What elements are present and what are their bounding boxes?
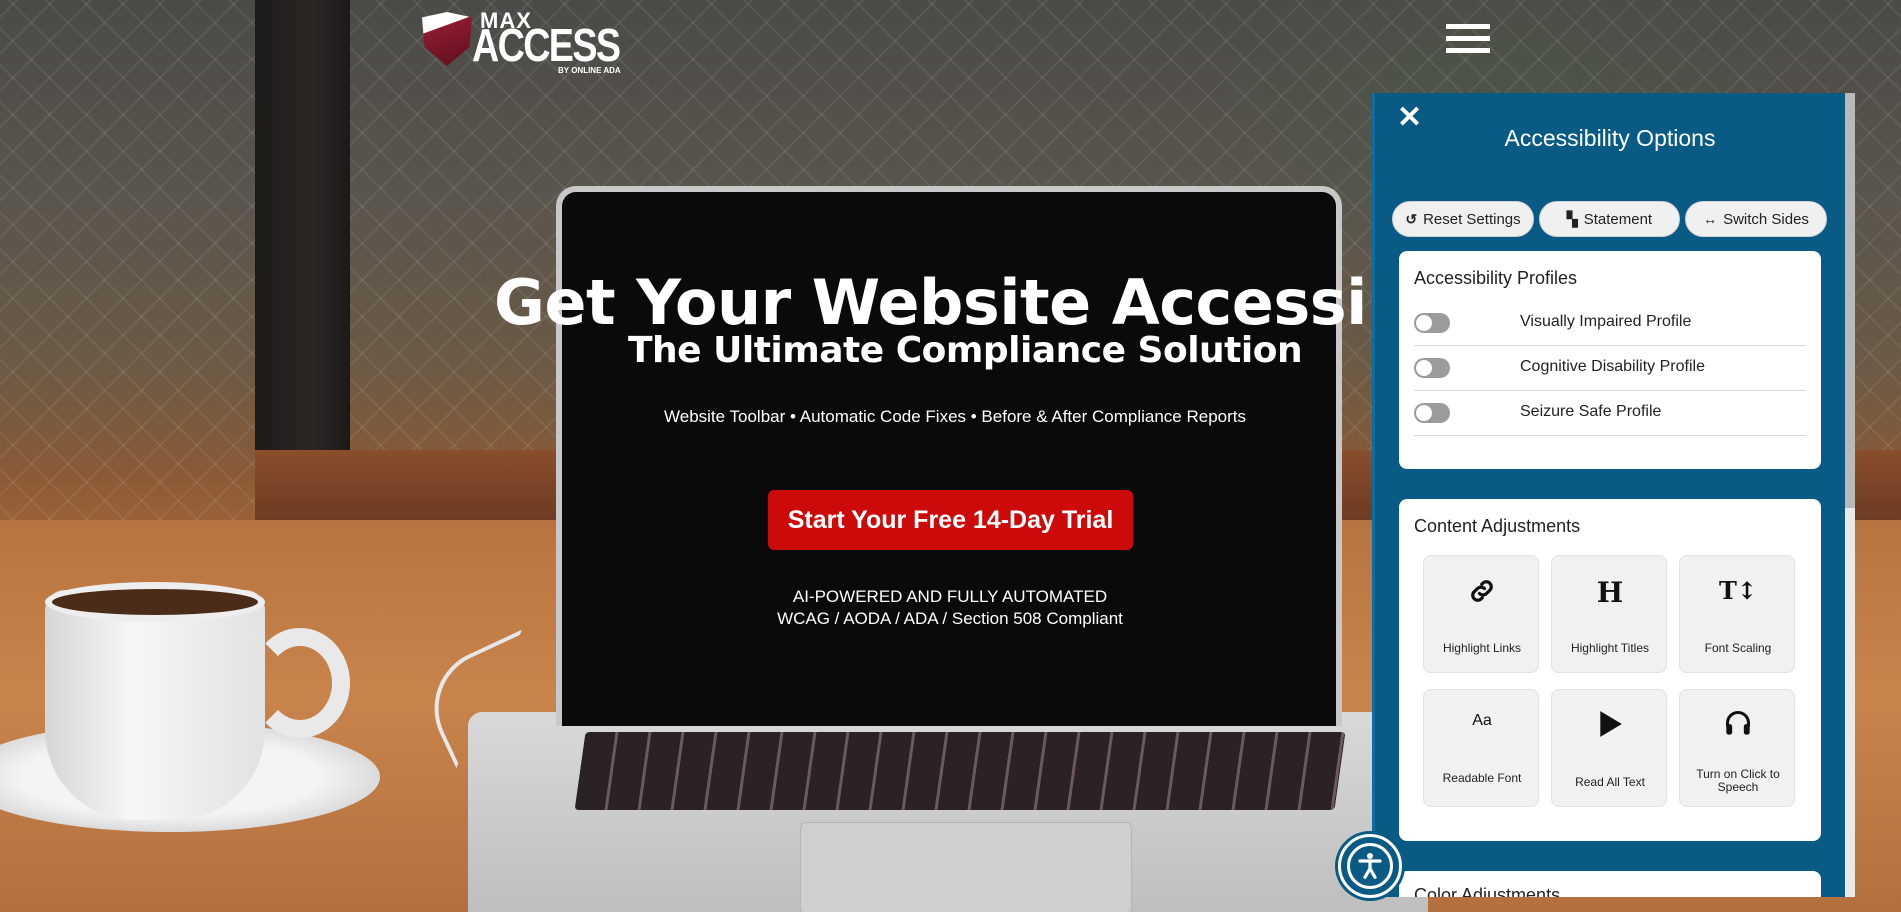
visually-impaired-toggle[interactable] — [1414, 313, 1450, 333]
logo-byline: BY ONLINE ADA — [558, 66, 621, 75]
accessibility-toggle-button[interactable] — [1338, 834, 1402, 898]
seizure-safe-toggle[interactable] — [1414, 403, 1450, 423]
content-adjustments-card: Content Adjustments Highlight Links H Hi… — [1399, 499, 1821, 841]
logo-access-text: ACCESS — [472, 19, 621, 71]
panel-title: Accessibility Options — [1504, 125, 1716, 151]
arrows-horizontal-icon: ↔ — [1703, 211, 1718, 227]
hamburger-menu-icon[interactable] — [1446, 24, 1490, 56]
link-icon — [1424, 576, 1540, 613]
profile-row-visually-impaired: Visually Impaired Profile — [1414, 301, 1806, 346]
reset-icon: ↺ — [1405, 210, 1418, 227]
reset-settings-label: Reset Settings — [1423, 210, 1521, 228]
tile-label: Readable Font — [1442, 771, 1522, 785]
profile-row-seizure-safe: Seizure Safe Profile — [1414, 391, 1806, 436]
tile-label: Highlight Titles — [1570, 641, 1650, 655]
highlight-titles-tile[interactable]: H Highlight Titles — [1551, 555, 1667, 673]
accessibility-panel: ✕ Accessibility Options ↺ Reset Settings… — [1372, 93, 1855, 897]
cognitive-disability-toggle[interactable] — [1414, 358, 1450, 378]
accessibility-profiles-card: Accessibility Profiles Visually Impaired… — [1399, 251, 1821, 469]
profile-label: Cognitive Disability Profile — [1520, 358, 1705, 375]
tile-label: Highlight Links — [1442, 641, 1522, 655]
site-logo[interactable]: MAX ACCESS BY ONLINE ADA — [422, 8, 627, 75]
play-icon — [1552, 710, 1668, 745]
content-adjustments-heading: Content Adjustments — [1414, 516, 1581, 536]
readable-font-tile[interactable]: Aa Readable Font — [1423, 689, 1539, 807]
headphones-icon — [1680, 710, 1796, 743]
profile-label: Seizure Safe Profile — [1520, 403, 1662, 420]
read-all-text-tile[interactable]: Read All Text — [1551, 689, 1667, 807]
hero-subtitle: The Ultimate Compliance Solution — [628, 330, 1303, 371]
hero-title: Get Your Website Accessible — [494, 266, 1474, 339]
panel-scrollbar-thumb[interactable] — [1845, 93, 1855, 508]
color-adjustments-card: Color Adjustments — [1399, 871, 1821, 897]
statement-button[interactable]: ▚ Statement — [1539, 201, 1680, 237]
tile-label: Turn on Click to Speech — [1696, 767, 1780, 794]
scroll-icon: ▚ — [1566, 210, 1578, 227]
horse-shield-icon — [422, 12, 472, 66]
highlight-links-tile[interactable]: Highlight Links — [1423, 555, 1539, 673]
heading-icon: H — [1596, 576, 1624, 609]
tagline-line-1: AI-POWERED AND FULLY AUTOMATED — [792, 587, 1108, 606]
tile-label: Font Scaling — [1704, 641, 1772, 655]
switch-sides-label: Switch Sides — [1723, 210, 1809, 228]
hero-features: Website Toolbar • Automatic Code Fixes •… — [664, 407, 1246, 426]
readable-font-icon: Aa — [1472, 712, 1492, 729]
color-adjustments-heading: Color Adjustments — [1414, 885, 1561, 897]
tagline-line-2: WCAG / AODA / ADA / Section 508 Complian… — [777, 609, 1123, 628]
font-scaling-tile[interactable]: T↕ Font Scaling — [1679, 555, 1795, 673]
statement-label: Statement — [1583, 210, 1653, 228]
tile-label: Read All Text — [1575, 775, 1645, 789]
profiles-heading: Accessibility Profiles — [1414, 268, 1578, 288]
profile-label: Visually Impaired Profile — [1520, 313, 1692, 330]
reset-settings-button[interactable]: ↺ Reset Settings — [1392, 201, 1534, 237]
font-scaling-icon: T↕ — [1719, 576, 1757, 605]
accessibility-person-icon — [1347, 843, 1393, 889]
switch-sides-button[interactable]: ↔ Switch Sides — [1685, 201, 1827, 237]
hero-tagline: AI-POWERED AND FULLY AUTOMATED WCAG / AO… — [700, 586, 1200, 630]
start-free-trial-button[interactable]: Start Your Free 14-Day Trial — [768, 490, 1133, 550]
panel-scrollbar[interactable] — [1845, 93, 1855, 897]
profile-row-cognitive-disability: Cognitive Disability Profile — [1414, 346, 1806, 391]
click-to-speech-tile[interactable]: Turn on Click to Speech — [1679, 689, 1795, 807]
